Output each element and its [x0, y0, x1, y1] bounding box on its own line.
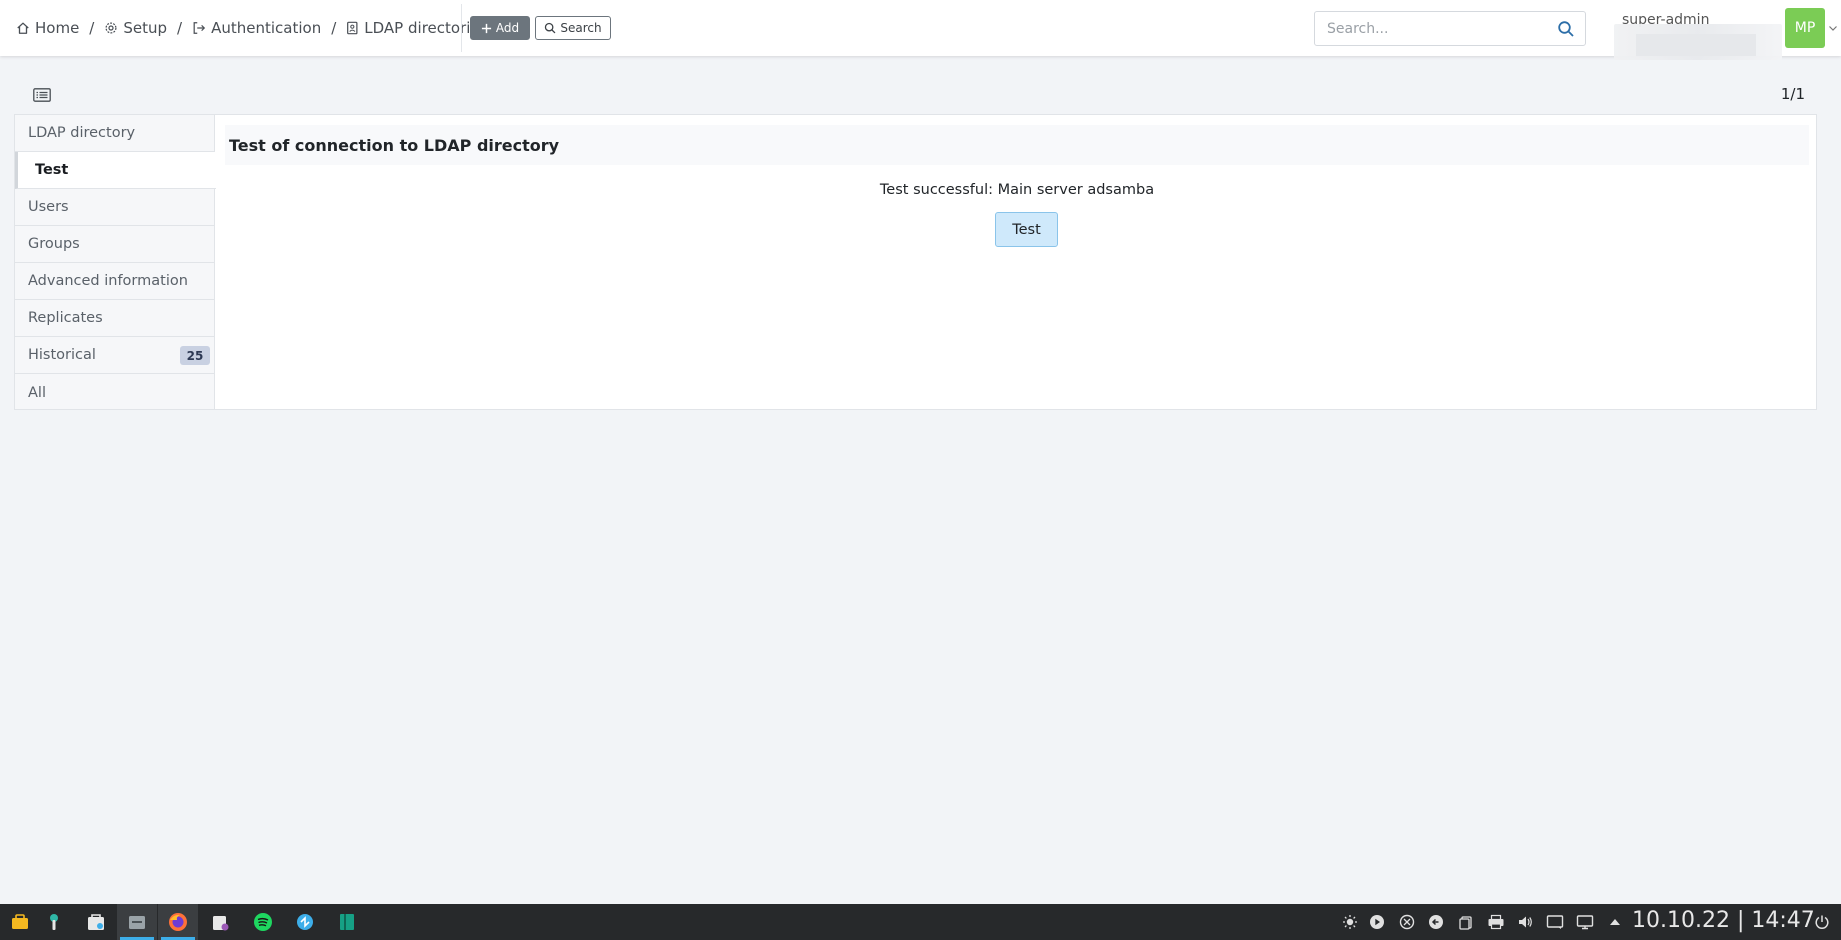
message-icon: [1546, 915, 1564, 929]
tray-messages[interactable]: [1545, 912, 1565, 932]
gear-icon: [105, 22, 117, 34]
tab-historical[interactable]: Historical 25: [15, 337, 214, 374]
taskbar: 10.10.22 | 14:47: [0, 904, 1841, 940]
section-title: Test of connection to LDAP directory: [225, 125, 1809, 165]
printer-icon: [1488, 914, 1504, 930]
add-button-label: Add: [495, 21, 520, 35]
brightness-icon: [1343, 915, 1357, 929]
tray-media[interactable]: [1367, 912, 1387, 932]
breadcrumb-ldap-directories[interactable]: LDAP directories: [346, 19, 487, 37]
breadcrumb-ldap-directories-label: LDAP directories: [364, 19, 488, 37]
tab-advanced-information[interactable]: Advanced information: [15, 263, 214, 300]
chevron-down-icon[interactable]: [1828, 23, 1838, 33]
search-icon[interactable]: [1557, 20, 1575, 38]
breadcrumb-home-label: Home: [35, 19, 80, 37]
spotify-icon: [254, 913, 272, 931]
tab-replicates[interactable]: Replicates: [15, 300, 214, 337]
plus-icon: [481, 23, 491, 33]
tab-users[interactable]: Users: [15, 189, 214, 226]
taskbar-app-wrench[interactable]: [34, 904, 74, 940]
search-button-label: Search: [560, 21, 602, 35]
breadcrumb-setup[interactable]: Setup: [104, 19, 167, 37]
book-icon: [340, 914, 354, 930]
avatar-initials: MP: [1794, 20, 1816, 36]
breadcrumb-setup-label: Setup: [123, 19, 168, 37]
arrow-up-icon: [1610, 919, 1620, 925]
test-button[interactable]: Test: [995, 212, 1058, 247]
navbar-divider: [461, 4, 462, 52]
sync-icon: [1399, 914, 1415, 930]
play-icon: [1370, 915, 1384, 929]
breadcrumb-separator: /: [331, 19, 337, 37]
tab-content: Test of connection to LDAP directory Tes…: [225, 125, 1809, 395]
taskbar-app-firefox[interactable]: [158, 904, 198, 940]
taskbar-app-store[interactable]: [76, 904, 116, 940]
notes-icon: [213, 916, 229, 931]
tray-sync[interactable]: [1397, 912, 1417, 932]
global-search-input[interactable]: [1315, 12, 1550, 45]
tab-label: Historical: [28, 347, 96, 363]
taskbar-app-files[interactable]: [117, 904, 157, 940]
tray-clipboard[interactable]: [1456, 912, 1476, 932]
tray-display[interactable]: [1575, 912, 1595, 932]
tab-label: Users: [28, 199, 69, 215]
tab-label: All: [28, 384, 46, 401]
ldap-test-card: LDAP directory Test Users Groups Advance…: [14, 114, 1817, 410]
volume-icon: [1519, 916, 1532, 928]
tab-all[interactable]: All: [15, 374, 214, 411]
global-search-box: [1314, 11, 1586, 46]
test-result-message: Test successful: Main server adsamba: [879, 182, 1155, 198]
tab-label: Groups: [28, 236, 80, 252]
user-info-redacted: [1614, 24, 1782, 60]
search-icon: [545, 22, 556, 34]
tab-groups[interactable]: Groups: [15, 226, 214, 263]
taskbar-app-spotify[interactable]: [243, 904, 283, 940]
add-button[interactable]: Add: [470, 16, 530, 40]
address-book-icon: [347, 21, 358, 35]
tab-label: Test: [35, 162, 69, 178]
firefox-icon: [169, 913, 187, 931]
count-badge: 25: [180, 346, 210, 365]
top-navbar: Home / Setup / Authentication / LDAP dir…: [0, 0, 1841, 60]
tray-back[interactable]: [1426, 912, 1446, 932]
tray-power[interactable]: [1812, 912, 1832, 932]
taskbar-app-remote[interactable]: [285, 904, 325, 940]
clipboard-icon: [1459, 916, 1472, 930]
tab-ldap-directory[interactable]: LDAP directory: [15, 115, 214, 152]
taskbar-clock[interactable]: 10.10.22 | 14:47: [1632, 908, 1815, 933]
back-icon: [1429, 915, 1443, 929]
avatar[interactable]: MP: [1785, 8, 1825, 48]
tray-brightness[interactable]: [1340, 912, 1360, 932]
breadcrumb-authentication-label: Authentication: [211, 19, 322, 37]
tab-test[interactable]: Test: [15, 152, 216, 189]
store-icon: [88, 914, 104, 930]
sign-in-icon: [193, 22, 206, 34]
breadcrumb-authentication[interactable]: Authentication: [192, 19, 321, 37]
breadcrumb: Home / Setup / Authentication / LDAP dir…: [16, 17, 487, 39]
tab-label: Advanced information: [28, 273, 188, 289]
user-menu[interactable]: super-admin: [1614, 10, 1784, 60]
power-icon: [1815, 915, 1829, 930]
tab-sidebar: LDAP directory Test Users Groups Advance…: [15, 115, 216, 411]
tray-printer[interactable]: [1486, 912, 1506, 932]
list-view-icon[interactable]: [33, 88, 51, 102]
tray-expand[interactable]: [1605, 912, 1625, 932]
pagination-indicator: 1/1: [1780, 85, 1805, 103]
tools-icon: [12, 914, 28, 929]
breadcrumb-home[interactable]: Home: [16, 19, 79, 37]
tab-label: Replicates: [28, 310, 103, 326]
taskbar-app-book[interactable]: [327, 904, 367, 940]
remote-icon: [297, 914, 313, 930]
search-button[interactable]: Search: [535, 16, 611, 40]
breadcrumb-separator: /: [89, 19, 95, 37]
tray-volume[interactable]: [1515, 912, 1535, 932]
display-icon: [1576, 915, 1594, 930]
files-icon: [129, 916, 145, 929]
wrench-icon: [50, 914, 58, 930]
home-icon: [17, 22, 29, 34]
taskbar-app-notes[interactable]: [200, 904, 240, 940]
tab-label: LDAP directory: [28, 125, 136, 141]
breadcrumb-separator: /: [177, 19, 183, 37]
